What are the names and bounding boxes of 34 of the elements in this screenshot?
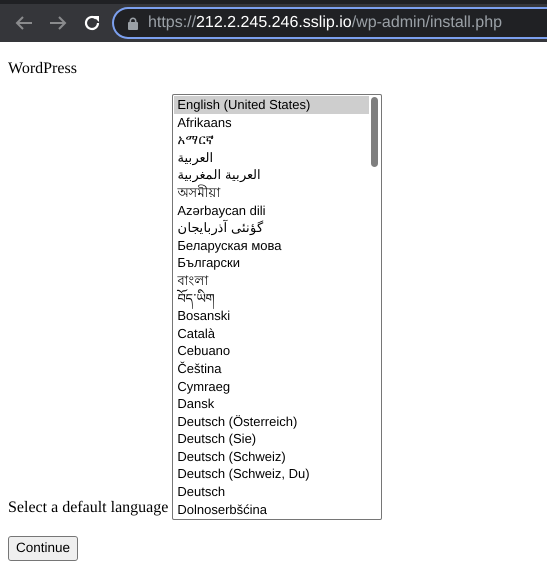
language-option[interactable]: Azərbaycan dili xyxy=(174,202,370,220)
reload-icon[interactable] xyxy=(83,14,101,32)
language-option[interactable]: Cebuano xyxy=(174,342,370,360)
language-option[interactable]: Dolnoserbšćina xyxy=(174,500,370,518)
language-option[interactable]: Deutsch (Sie) xyxy=(174,430,370,448)
forward-icon[interactable] xyxy=(49,15,67,31)
language-option[interactable]: العربية المغربية xyxy=(174,166,370,184)
language-option[interactable]: Български xyxy=(174,254,370,272)
language-option[interactable]: አማርኛ xyxy=(174,131,370,149)
lock-icon xyxy=(128,16,138,30)
language-option[interactable]: Afrikaans xyxy=(174,114,370,132)
url-text: https://212.2.245.246.sslip.io/wp-admin/install.php xyxy=(148,13,502,33)
language-option[interactable]: Dansk xyxy=(174,395,370,413)
language-option[interactable]: Català xyxy=(174,324,370,342)
language-option[interactable]: Беларуская мова xyxy=(174,236,370,254)
page-heading: WordPress xyxy=(8,60,78,78)
language-listbox[interactable] xyxy=(172,94,382,520)
language-label: Select a default language xyxy=(8,498,168,518)
language-option[interactable]: العربية xyxy=(174,148,370,166)
language-option[interactable]: Deutsch (Schweiz, Du) xyxy=(174,465,370,484)
language-option[interactable]: বাংলা xyxy=(174,272,370,290)
language-option[interactable]: Deutsch (Schweiz) xyxy=(174,448,370,466)
language-option[interactable]: Cymraeg xyxy=(174,378,370,396)
language-option[interactable]: گؤنئی آذربایجان xyxy=(174,219,370,237)
scrollbar-thumb[interactable] xyxy=(371,97,378,167)
language-option[interactable]: Deutsch (Österreich) xyxy=(174,412,370,430)
continue-button[interactable]: Continue xyxy=(8,536,78,560)
language-option[interactable]: བོད་ཡིག xyxy=(174,290,370,308)
language-option[interactable]: English (United States) xyxy=(174,96,370,114)
language-option[interactable]: Čeština xyxy=(174,360,370,378)
back-icon[interactable] xyxy=(15,15,33,31)
address-bar[interactable]: https://212.2.245.246.sslip.io/wp-admin/install.php xyxy=(112,7,547,39)
language-option[interactable]: অসমীয়া xyxy=(174,184,370,202)
language-option[interactable]: Deutsch xyxy=(174,483,370,501)
